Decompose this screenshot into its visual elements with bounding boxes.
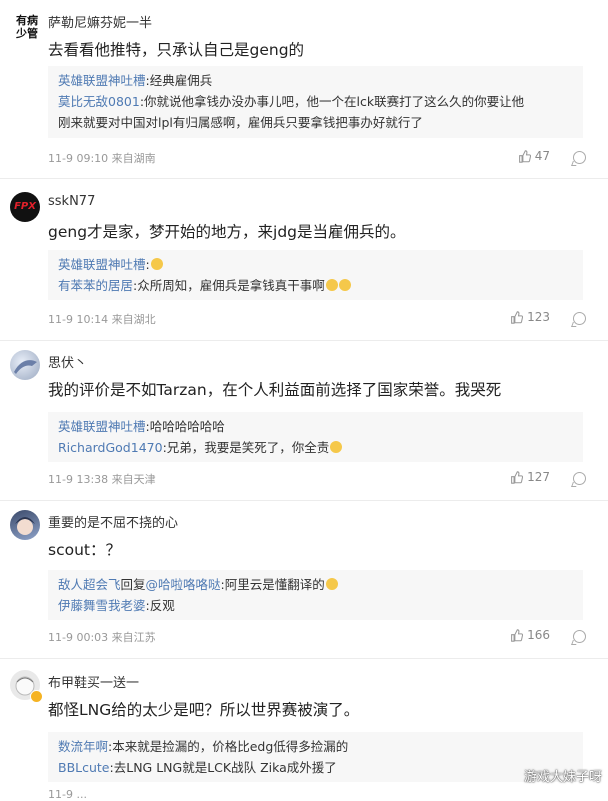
thumbs-up-icon [511,628,524,642]
avatar-anime-icon [15,517,35,535]
reply-line: 刚来就要对中国对lpl有归属感啊，雇佣兵只要拿钱把事办好就行了 [58,112,573,133]
reply-username[interactable]: 英雄联盟神吐槽 [58,419,146,434]
comment-2: FPX sskN77 geng才是家，梦开始的地方，来jdg是当雇佣兵的。 英雄… [0,178,608,341]
like-count: 123 [527,310,550,324]
reply-username[interactable]: RichardGod1470 [58,440,163,455]
comment-time-location: 11-9 ... [48,788,87,801]
reply-line: 英雄联盟神吐槽:经典雇佣兵 [58,70,573,91]
reply-username[interactable]: 数流年啊 [58,739,108,754]
reply-preview[interactable]: 敌人超会飞回复@哈啦咯咯哒:阿里云是懂翻译的 伊藤舞雪我老婆:反观 [48,570,583,620]
reply-preview[interactable]: 英雄联盟神吐槽:哈哈哈哈哈哈 RichardGod1470:兄弟，我要是笑死了，… [48,412,583,462]
like-count: 47 [534,149,550,163]
reply-line: 数流年啊:本来就是捡漏的，价格比edg低得多捡漏的 [58,736,573,757]
reply-preview[interactable]: 数流年啊:本来就是捡漏的，价格比edg低得多捡漏的 BBLcute:去LNG L… [48,732,583,782]
reply-username[interactable]: 莫比无敌0801 [58,94,140,109]
avatar-text-line-2: 少管 [16,27,38,40]
reply-line: RichardGod1470:兄弟，我要是笑死了，你全责 [58,437,573,458]
reply-line: 莫比无敌0801:你就说他拿钱办没办事儿吧，他一个在lck联赛打了这么久的你要让… [58,91,573,112]
reply-text: :本来就是捡漏的，价格比edg低得多捡漏的 [108,739,349,754]
reply-line: 有苯苯的居居:众所周知，雇佣兵是拿钱真干事啊 [58,275,573,296]
like-button[interactable]: 166 [510,628,550,642]
thumbs-up-icon [518,149,531,163]
comment-time-location: 11-9 00:03 来自江苏 [48,631,156,644]
emoji-icon [325,279,338,291]
username[interactable]: sskN77 [48,194,95,209]
reply-text: :阿里云是懂翻译的 [220,577,325,592]
emoji-icon [338,279,351,291]
reply-line: BBLcute:去LNG LNG就是LCK战队 Zika成外援了 [58,757,573,778]
reply-text: :你就说他拿钱办没办事儿吧，他一个在lck联赛打了这么久的你要让他 [139,94,525,109]
reply-text: :兄弟，我要是笑死了，你全责 [162,440,330,455]
user-avatar[interactable]: 有病 少管 [10,12,44,42]
reply-line: 敌人超会飞回复@哈啦咯咯哒:阿里云是懂翻译的 [58,574,573,595]
comment-text: 我的评价是不如Tarzan，在个人利益面前选择了国家荣誉。我哭死 [48,381,502,399]
user-avatar[interactable]: FPX [10,192,40,222]
comment-time-location: 11-9 09:10 来自湖南 [48,152,156,165]
comment-text: scout：？ [48,541,121,559]
reply-icon[interactable] [573,151,586,164]
mention-link[interactable]: @哈啦咯咯哒 [146,577,221,592]
comment-4: 重要的是不屈不挠的心 scout：？ 敌人超会飞回复@哈啦咯咯哒:阿里云是懂翻译… [0,500,608,659]
comment-1: 有病 少管 萨勒尼嫲芬妮一半 去看看他推特，只承认自己是geng的 英雄联盟神吐… [0,0,608,179]
user-avatar[interactable] [10,350,40,380]
reply-username[interactable]: 敌人超会飞 [58,577,121,592]
reply-preview[interactable]: 英雄联盟神吐槽: 有苯苯的居居:众所周知，雇佣兵是拿钱真干事啊 [48,250,583,300]
reply-line: 伊藤舞雪我老婆:反观 [58,595,573,616]
like-count: 127 [527,470,550,484]
reply-preview[interactable]: 英雄联盟神吐槽:经典雇佣兵 莫比无敌0801:你就说他拿钱办没办事儿吧，他一个在… [48,66,583,138]
reply-text: :经典雇佣兵 [145,73,213,88]
emoji-icon [325,578,338,590]
reply-username[interactable]: 伊藤舞雪我老婆 [58,598,146,613]
reply-icon[interactable] [573,630,586,643]
username[interactable]: 重要的是不屈不挠的心 [48,512,178,531]
reply-text: :众所周知，雇佣兵是拿钱真干事啊 [133,278,325,293]
username[interactable]: 布甲鞋买一送一 [48,672,139,691]
verified-badge-icon [30,690,43,703]
reply-line: 英雄联盟神吐槽:哈哈哈哈哈哈 [58,416,573,437]
reply-icon[interactable] [573,312,586,325]
comment-5: 布甲鞋买一送一 都怪LNG给的太少是吧？所以世界赛被演了。 数流年啊:本来就是捡… [0,658,608,801]
comment-time-location: 11-9 13:38 来自天津 [48,473,156,486]
reply-icon[interactable] [573,472,586,485]
comment-3: 思伏丶 我的评价是不如Tarzan，在个人利益面前选择了国家荣誉。我哭死 英雄联… [0,340,608,501]
comment-text: 都怪LNG给的太少是吧？所以世界赛被演了。 [48,701,360,719]
reply-username[interactable]: 英雄联盟神吐槽 [58,257,146,272]
reply-username[interactable]: 英雄联盟神吐槽 [58,73,146,88]
reply-text: :反观 [145,598,175,613]
like-button[interactable]: 127 [510,470,550,484]
emoji-icon [150,258,163,270]
like-button[interactable]: 47 [518,149,550,163]
username[interactable]: 萨勒尼嫲芬妮一半 [48,12,152,31]
reply-text: 刚来就要对中国对lpl有归属感啊，雇佣兵只要拿钱把事办好就行了 [58,115,423,130]
like-button[interactable]: 123 [510,310,550,324]
avatar-logo-text: FPX [14,201,36,212]
reply-text: 回复 [120,577,146,592]
user-avatar[interactable] [10,510,40,540]
avatar-art-icon [14,360,37,374]
reply-line: 英雄联盟神吐槽: [58,254,573,275]
comment-text: 去看看他推特，只承认自己是geng的 [48,41,305,59]
comment-time-location: 11-9 10:14 来自湖北 [48,313,156,326]
watermark: 游戏大妹子呀 [523,770,602,785]
username[interactable]: 思伏丶 [48,352,87,371]
reply-username[interactable]: 有苯苯的居居 [58,278,133,293]
reply-text: :去LNG LNG就是LCK战队 Zika成外援了 [109,760,337,775]
thumbs-up-icon [511,310,524,324]
reply-text: : [145,257,150,272]
reply-username[interactable]: BBLcute [58,760,110,775]
thumbs-up-icon [511,470,524,484]
comment-text: geng才是家，梦开始的地方，来jdg是当雇佣兵的。 [48,223,406,241]
like-count: 166 [527,628,550,642]
emoji-icon [330,441,343,453]
avatar-text-line-1: 有病 [16,14,38,27]
reply-text: :哈哈哈哈哈哈 [145,419,225,434]
